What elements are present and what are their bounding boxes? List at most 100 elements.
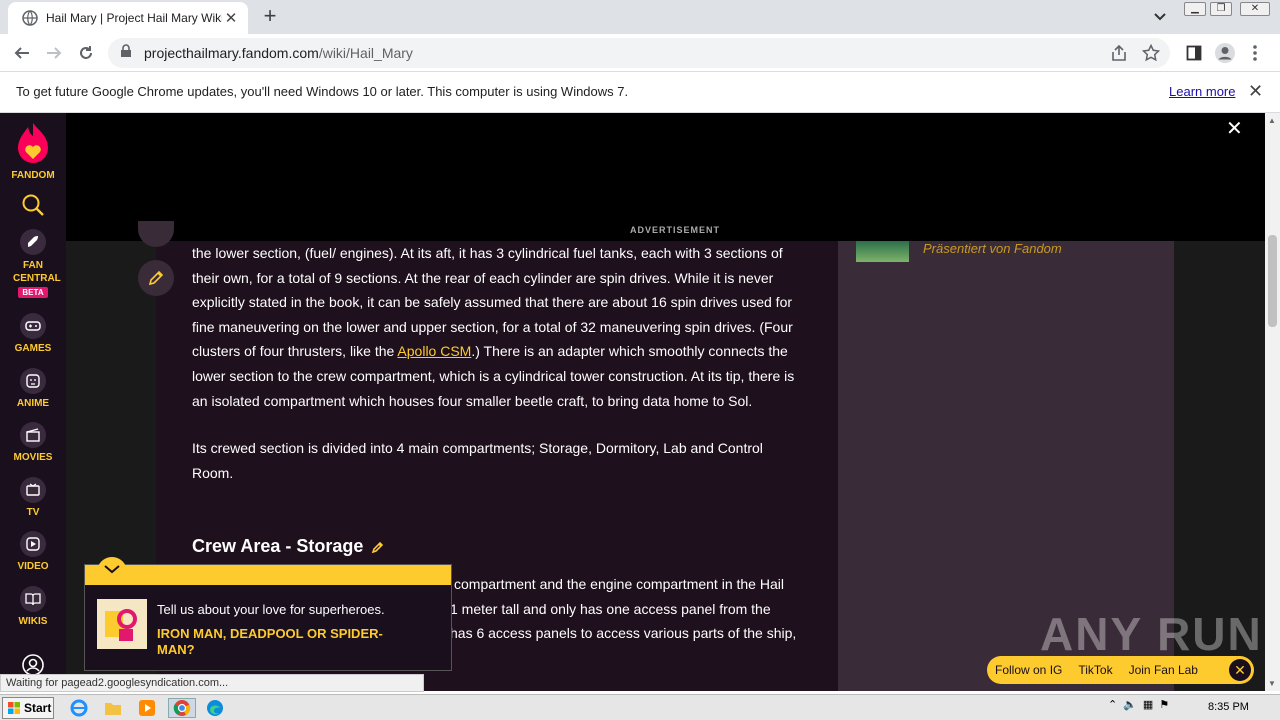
url-domain: projecthailmary.fandom.com bbox=[144, 45, 319, 61]
ad-close-icon[interactable]: ✕ bbox=[1226, 116, 1243, 141]
fandom-logo[interactable]: FANDOM bbox=[0, 121, 66, 181]
infobar-close-icon[interactable]: ✕ bbox=[1248, 81, 1263, 102]
volume-icon[interactable]: 🔈 bbox=[1123, 698, 1137, 711]
address-bar[interactable]: projecthailmary.fandom.com/wiki/Hail_Mar… bbox=[108, 38, 1170, 68]
superhero-poll-popup: Tell us about your love for superheroes.… bbox=[84, 557, 452, 671]
window-close-button[interactable]: ✕ bbox=[1240, 2, 1270, 16]
tv-icon bbox=[20, 477, 46, 503]
play-icon bbox=[20, 531, 46, 557]
book-icon bbox=[20, 586, 46, 612]
poll-question: Tell us about your love for superheroes. bbox=[157, 602, 385, 617]
flag-icon[interactable]: ⚑ bbox=[1159, 698, 1169, 711]
fandom-flame-icon bbox=[18, 123, 48, 163]
edge-icon[interactable] bbox=[204, 698, 226, 718]
scroll-down-icon[interactable]: ▼ bbox=[1268, 679, 1276, 688]
article-paragraph: the lower section, (fuel/ engines). At i… bbox=[192, 241, 804, 413]
forward-icon[interactable] bbox=[42, 41, 66, 65]
new-tab-button[interactable]: + bbox=[258, 5, 282, 29]
follow-close-icon[interactable]: ✕ bbox=[1229, 659, 1251, 681]
bookmark-star-icon[interactable] bbox=[1141, 43, 1161, 67]
advertisement-label: ADVERTISEMENT bbox=[630, 225, 721, 235]
back-icon[interactable] bbox=[10, 41, 34, 65]
tab-close-icon[interactable]: ✕ bbox=[222, 9, 240, 27]
search-icon bbox=[22, 194, 44, 216]
start-button[interactable]: Start bbox=[2, 697, 54, 719]
tab-search-icon[interactable] bbox=[1150, 8, 1170, 26]
join-fan-lab-link[interactable]: Join Fan Lab bbox=[1121, 663, 1206, 677]
follow-ig-link[interactable]: Follow on IG bbox=[987, 663, 1070, 677]
status-bubble: Waiting for pagead2.googlesyndication.co… bbox=[0, 674, 424, 692]
search-button[interactable] bbox=[0, 193, 66, 220]
pencil-icon bbox=[148, 270, 164, 286]
tab-title: Hail Mary | Project Hail Mary Wiki | F bbox=[46, 11, 222, 25]
browser-toolbar: projecthailmary.fandom.com/wiki/Hail_Mar… bbox=[0, 34, 1280, 72]
sidebar-item-tv[interactable]: TV bbox=[0, 477, 66, 518]
globe-icon bbox=[22, 10, 38, 26]
tray-arrow-icon[interactable]: ⌃ bbox=[1108, 698, 1117, 711]
anime-face-icon bbox=[20, 368, 46, 394]
windows-taskbar: Start ⌃ 🔈 ▦ ⚑ 8:35 PM bbox=[0, 694, 1280, 720]
side-panel-icon[interactable] bbox=[1182, 41, 1206, 65]
apollo-csm-link[interactable]: Apollo CSM bbox=[397, 343, 471, 359]
follow-bar: Follow on IG TikTok Join Fan Lab ✕ bbox=[987, 656, 1254, 684]
article-paragraph-compartments: Its crewed section is divided into 4 mai… bbox=[192, 440, 763, 481]
lock-icon bbox=[120, 43, 132, 63]
presented-by-fandom: Präsentiert von Fandom bbox=[923, 241, 1062, 256]
poll-answer[interactable]: IRON MAN, DEADPOOL OR SPIDER-MAN? bbox=[157, 626, 417, 658]
browser-tab[interactable]: Hail Mary | Project Hail Mary Wiki | F ✕ bbox=[8, 2, 248, 34]
network-icon[interactable]: ▦ bbox=[1143, 698, 1153, 711]
menu-kebab-icon[interactable] bbox=[1243, 41, 1267, 65]
learn-more-link[interactable]: Learn more bbox=[1169, 84, 1235, 99]
infobar-message: To get future Google Chrome updates, you… bbox=[16, 84, 629, 99]
internet-explorer-icon[interactable] bbox=[68, 698, 90, 718]
sidebar-item-fan-central[interactable]: FAN CENTRAL BETA bbox=[0, 229, 66, 298]
taskbar-clock[interactable]: 8:35 PM bbox=[1208, 701, 1249, 713]
sidebar-item-wikis[interactable]: WIKIS bbox=[0, 586, 66, 627]
heading-text: Crew Area - Storage bbox=[192, 536, 364, 556]
scroll-up-icon[interactable]: ▲ bbox=[1268, 116, 1276, 125]
chrome-taskbar-icon[interactable] bbox=[168, 698, 196, 718]
movies-label: MOVIES bbox=[13, 452, 53, 463]
page-scrollbar[interactable]: ▲ ▼ bbox=[1265, 113, 1280, 691]
top-ad-banner: ADVERTISEMENT ✕ bbox=[66, 113, 1265, 241]
share-icon[interactable] bbox=[1110, 44, 1128, 67]
anyrun-watermark: ANY RUN bbox=[1040, 608, 1263, 660]
fandom-sidebar: FANDOM FAN CENTRAL BETA GAMES ANIME MOVI… bbox=[0, 113, 66, 691]
system-tray: ⌃ 🔈 ▦ ⚑ bbox=[1108, 698, 1169, 711]
scrollbar-thumb[interactable] bbox=[1268, 235, 1277, 327]
url-text: projecthailmary.fandom.com/wiki/Hail_Mar… bbox=[144, 45, 413, 61]
wikis-label: WIKIS bbox=[18, 616, 48, 627]
edit-pencil-button[interactable] bbox=[138, 260, 174, 296]
anime-label: ANIME bbox=[16, 398, 50, 409]
minimize-button[interactable]: ▁ bbox=[1184, 2, 1206, 16]
tab-strip: Hail Mary | Project Hail Mary Wiki | F ✕… bbox=[0, 0, 1280, 34]
start-label: Start bbox=[24, 701, 52, 715]
file-explorer-icon[interactable] bbox=[102, 698, 124, 718]
fan-central-label: FAN CENTRAL bbox=[13, 260, 61, 284]
media-player-icon[interactable] bbox=[136, 698, 158, 718]
reload-icon[interactable] bbox=[74, 41, 98, 65]
tv-label: TV bbox=[26, 507, 40, 518]
section-heading: Crew Area - Storage bbox=[192, 536, 385, 557]
fandom-logo-text: FANDOM bbox=[11, 170, 55, 181]
superhero-illustration bbox=[97, 599, 147, 649]
chevron-down-icon[interactable] bbox=[97, 557, 127, 581]
rail-thumbnail[interactable] bbox=[856, 241, 909, 262]
clapperboard-icon bbox=[20, 422, 46, 448]
edit-section-icon[interactable] bbox=[371, 540, 385, 554]
sidebar-item-video[interactable]: VIDEO bbox=[0, 531, 66, 572]
sidebar-item-anime[interactable]: ANIME bbox=[0, 368, 66, 409]
sidebar-item-games[interactable]: GAMES bbox=[0, 313, 66, 354]
sidebar-item-movies[interactable]: MOVIES bbox=[0, 422, 66, 463]
tiktok-link[interactable]: TikTok bbox=[1070, 663, 1120, 677]
restore-button[interactable]: ❐ bbox=[1210, 2, 1232, 16]
article-body: the lower section, (fuel/ engines). At i… bbox=[192, 241, 804, 508]
rocket-icon bbox=[20, 229, 46, 255]
url-path: /wiki/Hail_Mary bbox=[318, 45, 413, 61]
profile-avatar-icon[interactable] bbox=[1213, 41, 1237, 65]
page-viewport: FANDOM FAN CENTRAL BETA GAMES ANIME MOVI… bbox=[0, 113, 1265, 691]
popup-header-bar bbox=[85, 565, 451, 585]
gamepad-icon bbox=[20, 313, 46, 339]
windows-logo-icon bbox=[8, 702, 20, 714]
update-infobar: To get future Google Chrome updates, you… bbox=[0, 72, 1280, 113]
